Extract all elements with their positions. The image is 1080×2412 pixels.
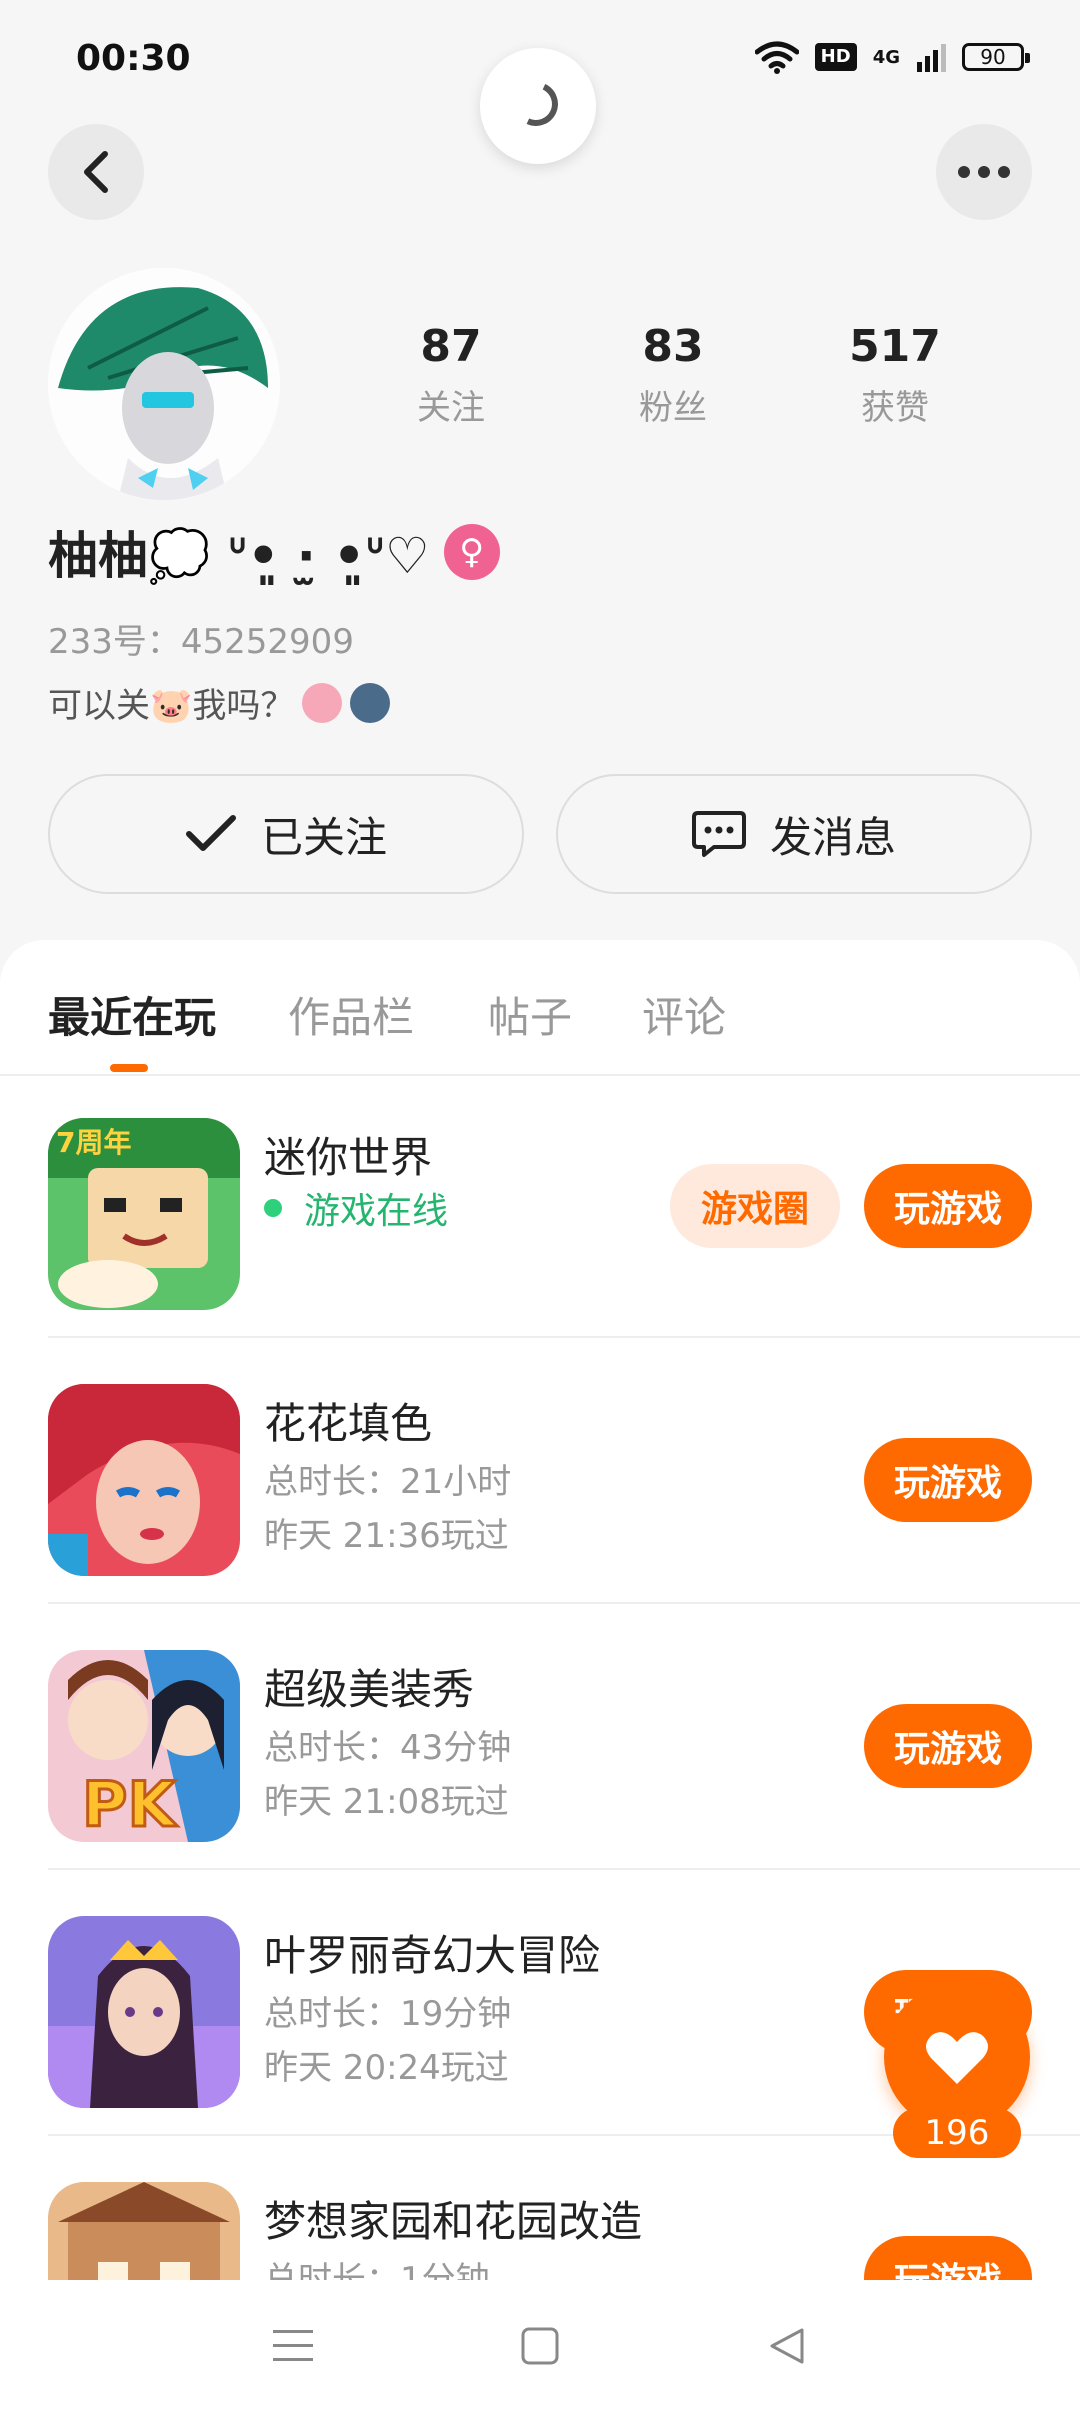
status-icons: HD 4G 90 xyxy=(754,40,1030,74)
tab-works[interactable]: 作品栏 xyxy=(288,984,414,1045)
total-playtime: 总时长：43分钟 xyxy=(264,1728,512,1768)
more-dots-icon xyxy=(958,166,1010,178)
battery-icon: 90 xyxy=(962,43,1030,71)
play-game-button[interactable]: 玩游戏 xyxy=(864,1704,1032,1788)
game-row[interactable]: 7周年 迷你世界 游戏在线 游戏圈 玩游戏 xyxy=(48,1074,1080,1338)
spinner-arc xyxy=(507,75,565,133)
system-nav-bar xyxy=(0,2280,1080,2412)
tab-recently-played[interactable]: 最近在玩 xyxy=(48,984,216,1045)
game-circle-button[interactable]: 游戏圈 xyxy=(670,1164,840,1248)
message-label: 发消息 xyxy=(769,812,896,862)
back-triangle-icon[interactable] xyxy=(757,2316,817,2376)
send-message-button[interactable]: 发消息 xyxy=(556,774,1032,894)
checkmark-icon xyxy=(185,815,236,851)
mini-world-icon: 7周年 xyxy=(48,1118,240,1310)
tab-posts[interactable]: 帖子 xyxy=(488,984,572,1045)
last-played: 昨天 21:36玩过 xyxy=(264,1516,509,1556)
chat-bubble-icon xyxy=(691,811,746,857)
online-status: 游戏在线 xyxy=(264,1182,448,1234)
svg-text:PK: PK xyxy=(82,1768,177,1841)
active-tab-indicator xyxy=(110,1064,148,1072)
profile-tabs: 最近在玩 作品栏 帖子 评论 xyxy=(0,940,1080,1076)
profile-page: 00:30 HD 4G 90 87 关注 83 粉丝 517 获赞 柚柚💭 ᐡ•… xyxy=(0,0,1080,2412)
total-playtime: 总时长：19分钟 xyxy=(264,1994,512,2034)
moon-face-emoji-icon xyxy=(350,682,391,723)
game-row[interactable]: PK 超级美装秀 总时长：43分钟 昨天 21:08玩过 玩游戏 xyxy=(48,1606,1080,1870)
followed-label: 已关注 xyxy=(260,812,387,862)
profile-stats: 87 关注 83 粉丝 517 获赞 xyxy=(340,320,1030,429)
menu-icon[interactable] xyxy=(263,2316,323,2376)
status-time: 00:30 xyxy=(76,38,191,79)
stat-label: 粉丝 xyxy=(639,388,707,428)
username: 柚柚💭 ᐡ•͈ ·̫ •͈ᐡ♡ xyxy=(48,527,430,585)
wifi-icon xyxy=(754,41,799,74)
game-title: 叶罗丽奇幻大冒险 xyxy=(264,1931,601,1980)
dressup-pk-icon: PK xyxy=(48,1650,240,1842)
female-gender-icon: ♀ xyxy=(443,524,500,580)
bio-text: 可以关🐷我吗？ xyxy=(48,686,295,726)
stat-value: 517 xyxy=(849,321,941,372)
stat-likes[interactable]: 517 获赞 xyxy=(784,320,1006,429)
tab-comments[interactable]: 评论 xyxy=(642,984,726,1045)
svg-text:7周年: 7周年 xyxy=(56,1126,131,1159)
network-type: 4G xyxy=(872,46,900,68)
back-arrow-icon xyxy=(84,151,108,193)
followed-button[interactable]: 已关注 xyxy=(48,774,524,894)
more-button[interactable] xyxy=(936,124,1032,220)
last-played: 昨天 20:24玩过 xyxy=(264,2048,509,2088)
last-played: 昨天 21:08玩过 xyxy=(264,1782,509,1822)
stat-value: 87 xyxy=(420,321,482,372)
avatar-image xyxy=(48,268,280,500)
heart-icon xyxy=(926,2032,988,2084)
game-title: 梦想家园和花园改造 xyxy=(264,2197,643,2246)
battery-level: 90 xyxy=(980,45,1006,69)
stat-followers[interactable]: 83 粉丝 xyxy=(562,320,784,429)
pig-nose-emoji-icon xyxy=(302,682,343,723)
stat-label: 关注 xyxy=(417,388,485,428)
play-game-button[interactable]: 玩游戏 xyxy=(864,1164,1032,1248)
game-title: 超级美装秀 xyxy=(264,1665,475,1714)
avatar[interactable] xyxy=(48,268,280,500)
coloring-game-icon xyxy=(48,1384,240,1576)
like-count: 196 xyxy=(893,2108,1021,2158)
game-row[interactable]: 梦想家园和花园改造 总时长：1分钟 玩游戏 xyxy=(48,2138,1080,2280)
loading-spinner xyxy=(480,48,596,164)
bio: 可以关🐷我吗？ xyxy=(48,678,391,727)
stat-value: 83 xyxy=(642,321,704,372)
username-row: 柚柚💭 ᐡ•͈ ·̫ •͈ᐡ♡ ♀ xyxy=(48,516,500,588)
signal-icon xyxy=(917,44,946,72)
hd-badge: HD xyxy=(814,43,857,71)
online-dot-icon xyxy=(264,1199,282,1217)
game-title: 花花填色 xyxy=(264,1399,433,1448)
back-button[interactable] xyxy=(48,124,144,220)
fairy-adventure-icon xyxy=(48,1916,240,2108)
home-icon[interactable] xyxy=(510,2316,570,2376)
play-game-button[interactable]: 玩游戏 xyxy=(864,2236,1032,2280)
user-id: 233号：45252909 xyxy=(48,622,354,662)
play-game-button[interactable]: 玩游戏 xyxy=(864,1438,1032,1522)
stat-following[interactable]: 87 关注 xyxy=(340,320,562,429)
dream-home-icon xyxy=(48,2182,240,2280)
game-row[interactable]: 花花填色 总时长：21小时 昨天 21:36玩过 玩游戏 xyxy=(48,1340,1080,1604)
stat-label: 获赞 xyxy=(861,388,929,428)
online-status-text: 游戏在线 xyxy=(304,1191,449,1232)
total-playtime: 总时长：21小时 xyxy=(264,1462,512,1502)
game-title: 迷你世界 xyxy=(264,1133,433,1182)
total-playtime: 总时长：1分钟 xyxy=(264,2260,490,2280)
